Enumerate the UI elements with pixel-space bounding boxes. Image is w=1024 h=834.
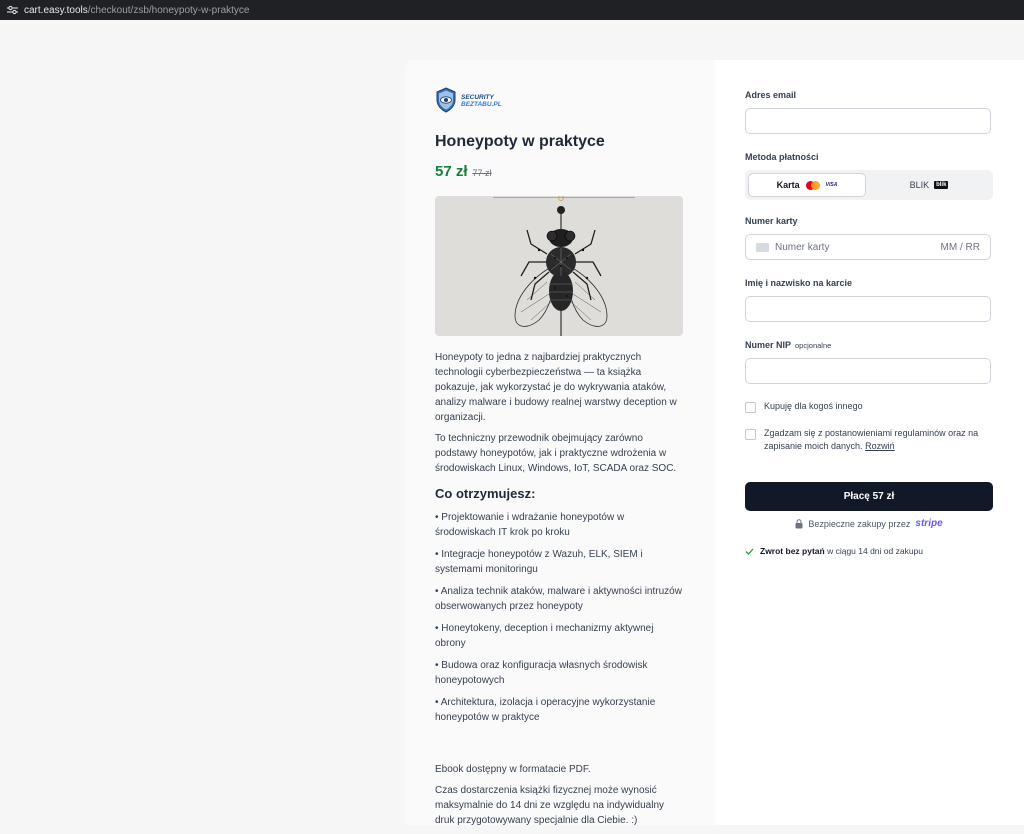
blik-icon: blik bbox=[934, 181, 949, 189]
product-image bbox=[435, 196, 683, 336]
site-settings-icon[interactable] bbox=[6, 4, 18, 16]
benefit-item: • Honeytokeny, deception i mechanizmy ak… bbox=[435, 623, 654, 649]
email-label: Adres email bbox=[745, 90, 797, 100]
payment-method-label: Metoda płatności bbox=[745, 152, 819, 162]
url-host: cart.easy.tools bbox=[24, 4, 88, 16]
refund-note: Zwrot bez pytań w ciągu 14 dni od zakupu bbox=[745, 546, 923, 556]
brand-logo: SECURITY BEZTABU.PL bbox=[435, 87, 502, 113]
cardholder-name-field[interactable] bbox=[745, 296, 991, 322]
stripe-logo: stripe bbox=[915, 518, 943, 529]
payment-option-blik[interactable]: BLIK blik bbox=[869, 173, 989, 197]
nip-label: Numer NIP opcjonalne bbox=[745, 340, 831, 350]
format-note: Ebook dostępny w formatacie PDF. bbox=[435, 764, 591, 775]
card-number-label: Numer karty bbox=[745, 216, 798, 226]
email-field[interactable] bbox=[745, 108, 991, 134]
nip-label-text: Numer NIP bbox=[745, 340, 792, 350]
checkout-form: Adres email Metoda płatności Karta VISA … bbox=[715, 60, 1024, 825]
secure-text: Bezpieczne zakupy przez bbox=[808, 518, 911, 529]
expiry-placeholder[interactable]: MM / RR bbox=[941, 242, 980, 253]
pay-button[interactable]: Płacę 57 zł bbox=[745, 482, 993, 511]
refund-text: Zwrot bez pytań w ciągu 14 dni od zakupu bbox=[760, 546, 923, 556]
card-number-placeholder: Numer karty bbox=[775, 241, 830, 253]
browser-address-bar: cart.easy.tools/checkout/zsb/honeypoty-w… bbox=[0, 0, 1024, 20]
payment-option-card-label: Karta bbox=[776, 180, 800, 190]
card-number-field[interactable]: Numer karty MM / RR bbox=[745, 234, 991, 260]
benefit-item: • Projektowanie i wdrażanie honeypotów w… bbox=[435, 512, 625, 538]
visa-icon: VISA bbox=[825, 182, 838, 188]
terms-text: Zgadzam się z postanowieniami regulaminó… bbox=[764, 427, 991, 453]
benefit-item: • Analiza technik ataków, malware i akty… bbox=[435, 586, 682, 612]
terms-checkbox[interactable] bbox=[745, 429, 756, 440]
url-path: /checkout/zsb/honeypoty-w-praktyce bbox=[87, 4, 250, 16]
shield-eye-icon bbox=[436, 87, 456, 113]
check-icon bbox=[745, 548, 754, 555]
delivery-note: Czas dostarczenia książki fizycznej może… bbox=[435, 785, 665, 826]
mastercard-icon bbox=[805, 180, 820, 190]
gift-checkbox[interactable] bbox=[745, 402, 756, 413]
benefit-item: • Integracje honeypotów z Wazuh, ELK, SI… bbox=[435, 549, 643, 575]
cardholder-label: Imię i nazwisko na karcie bbox=[745, 278, 853, 288]
terms-checkbox-row[interactable]: Zgadzam się z postanowieniami regulaminó… bbox=[745, 427, 991, 453]
benefit-item: • Budowa oraz konfiguracja własnych środ… bbox=[435, 660, 648, 686]
product-title: Honeypoty w praktyce bbox=[435, 133, 605, 150]
current-price: 57 zł bbox=[435, 163, 468, 180]
benefit-item: • Architektura, izolacja i operacyjne wy… bbox=[435, 697, 656, 723]
product-description: Honeypoty to jedna z najbardziej praktyc… bbox=[435, 350, 685, 834]
description-paragraph: To techniczny przewodnik obejmujący zaró… bbox=[435, 433, 677, 474]
price-block: 57 zł 77 zł bbox=[435, 163, 492, 180]
terms-expand-link[interactable]: Rozwiń bbox=[865, 441, 895, 451]
brand-line1: SECURITY bbox=[461, 94, 494, 101]
fly-illustration bbox=[493, 196, 635, 336]
payment-option-blik-label: BLIK bbox=[909, 180, 930, 190]
gift-checkbox-label: Kupuję dla kogoś innego bbox=[764, 401, 863, 411]
nip-optional-tag: opcjonalne bbox=[795, 341, 832, 350]
credit-card-icon bbox=[756, 242, 769, 252]
description-paragraph: Honeypoty to jedna z najbardziej praktyc… bbox=[435, 352, 677, 423]
old-price: 77 zł bbox=[472, 168, 492, 178]
product-panel: SECURITY BEZTABU.PL Honeypoty w praktyce… bbox=[405, 60, 715, 826]
refund-detail: w ciągu 14 dni od zakupu bbox=[827, 546, 924, 556]
nip-field[interactable] bbox=[745, 358, 991, 384]
gift-checkbox-row[interactable]: Kupuję dla kogoś innego bbox=[745, 400, 991, 413]
secure-payment-note: Bezpieczne zakupy przez stripe bbox=[745, 518, 993, 529]
url-field[interactable]: cart.easy.tools/checkout/zsb/honeypoty-w… bbox=[24, 5, 249, 16]
brand-wordmark: SECURITY BEZTABU.PL bbox=[461, 94, 502, 108]
payment-option-card[interactable]: Karta VISA bbox=[748, 173, 866, 197]
benefits-heading: Co otrzymujesz: bbox=[435, 486, 536, 501]
lock-icon bbox=[795, 518, 803, 528]
refund-bold: Zwrot bez pytań bbox=[760, 546, 825, 556]
payment-method-selector: Karta VISA BLIK blik bbox=[745, 170, 993, 200]
brand-line2: BEZTABU.PL bbox=[461, 101, 502, 108]
